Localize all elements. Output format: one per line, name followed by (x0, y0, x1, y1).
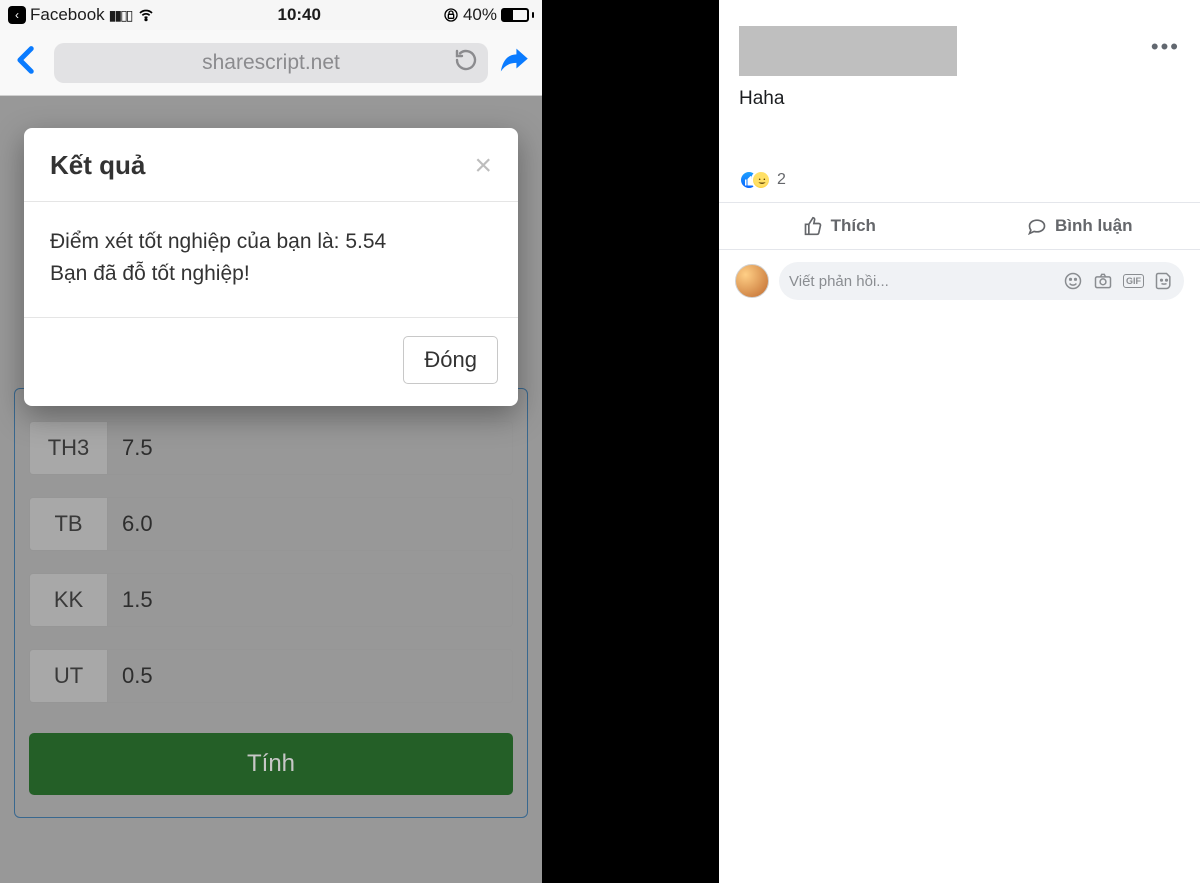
back-to-app-chip[interactable]: ‹ (8, 6, 26, 24)
modal-close-button[interactable]: Đóng (403, 336, 498, 384)
comment-label: Bình luận (1055, 216, 1132, 236)
url-bar[interactable]: sharescript.net (54, 43, 488, 83)
like-label: Thích (831, 216, 876, 236)
post-menu-button[interactable]: ••• (1151, 34, 1180, 60)
ios-statusbar: ‹ Facebook ▮▮▯▯ 10:40 40% (0, 0, 542, 30)
author-redacted (739, 26, 957, 76)
reaction-count: 2 (777, 171, 786, 189)
share-button[interactable] (498, 43, 532, 82)
reply-input[interactable]: Viết phản hồi... GIF (779, 262, 1184, 300)
modal-line2: Bạn đã đỗ tốt nghiệp! (50, 258, 492, 290)
modal-close-x[interactable]: × (474, 151, 492, 181)
wifi-icon (136, 7, 156, 23)
camera-icon[interactable] (1093, 271, 1113, 291)
post-text: Haha (719, 82, 1200, 170)
orientation-lock-icon (443, 7, 459, 23)
browser-back-button[interactable] (10, 43, 44, 82)
battery-percent: 40% (463, 5, 497, 25)
sticker-icon[interactable] (1154, 271, 1174, 291)
modal-body: Điểm xét tốt nghiệp của bạn là: 5.54 Bạn… (24, 202, 518, 318)
comment-button[interactable]: Bình luận (960, 203, 1200, 249)
status-time: 10:40 (277, 5, 320, 25)
cell-signal-icon: ▮▮▯▯ (109, 7, 132, 24)
modal-title: Kết quả (50, 150, 474, 181)
safari-toolbar: sharescript.net (0, 30, 542, 96)
result-modal: Kết quả × Điểm xét tốt nghiệp của bạn là… (24, 128, 518, 406)
comment-icon (1027, 216, 1047, 236)
reactions-bar[interactable]: 2 (719, 170, 1200, 203)
gif-icon[interactable]: GIF (1123, 274, 1144, 288)
facebook-panel: ••• Haha 2 Thích Bình luận (719, 0, 1200, 883)
back-to-app-label[interactable]: Facebook (30, 5, 105, 25)
battery-icon (501, 8, 529, 22)
modal-line1: Điểm xét tốt nghiệp của bạn là: 5.54 (50, 226, 492, 258)
divider-gap (543, 0, 719, 883)
reload-button[interactable] (454, 48, 478, 78)
like-button[interactable]: Thích (719, 203, 960, 249)
reaction-haha-icon (751, 170, 771, 190)
emoji-icon[interactable] (1063, 271, 1083, 291)
reply-placeholder: Viết phản hồi... (789, 273, 1053, 290)
url-text: sharescript.net (202, 51, 340, 75)
like-icon (803, 216, 823, 236)
phone-screenshot: ‹ Facebook ▮▮▯▯ 10:40 40% sharescript.ne… (0, 0, 543, 883)
user-avatar[interactable] (735, 264, 769, 298)
